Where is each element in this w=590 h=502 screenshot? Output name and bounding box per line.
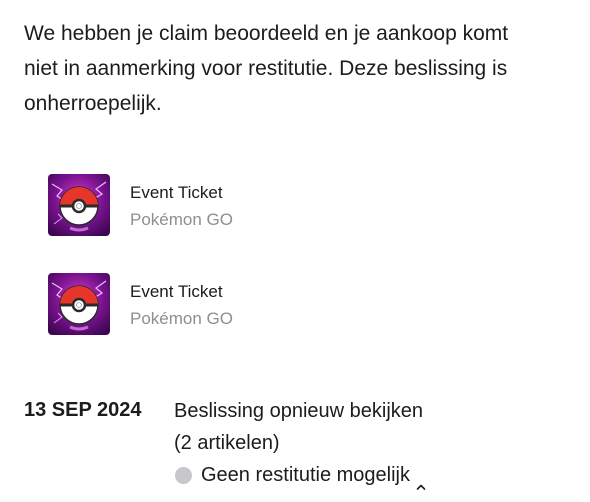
item-subtitle: Pokémon GO bbox=[130, 210, 233, 229]
purchase-item: Event Ticket Pokémon GO bbox=[48, 273, 233, 337]
history-item-count: (2 artikelen) bbox=[174, 432, 280, 454]
refund-status-toggle[interactable]: Geen restitutie mogelijk bbox=[174, 459, 574, 491]
chevron-up-icon bbox=[416, 470, 426, 490]
decision-message-line-3: onherroepelijk. bbox=[24, 92, 162, 115]
status-dot-icon bbox=[175, 466, 192, 484]
decision-message-line-2: niet in aanmerking voor restitutie. Deze… bbox=[24, 57, 508, 80]
purchase-item: Event Ticket Pokémon GO bbox=[48, 174, 233, 238]
pokeball-app-icon bbox=[48, 174, 110, 236]
pokeball-app-icon bbox=[48, 273, 110, 335]
refund-status-label: Geen restitutie mogelijk bbox=[201, 464, 410, 486]
decision-message: We hebben je claim beoordeeld en je aank… bbox=[24, 16, 574, 121]
decision-message-line-1: We hebben je claim beoordeeld en je aank… bbox=[24, 22, 509, 45]
item-title: Event Ticket bbox=[130, 183, 223, 202]
item-subtitle: Pokémon GO bbox=[130, 309, 233, 328]
history-action: Beslissing opnieuw bekijken bbox=[174, 400, 424, 422]
item-title: Event Ticket bbox=[130, 282, 223, 301]
history-date: 13 SEP 2024 bbox=[24, 399, 142, 421]
